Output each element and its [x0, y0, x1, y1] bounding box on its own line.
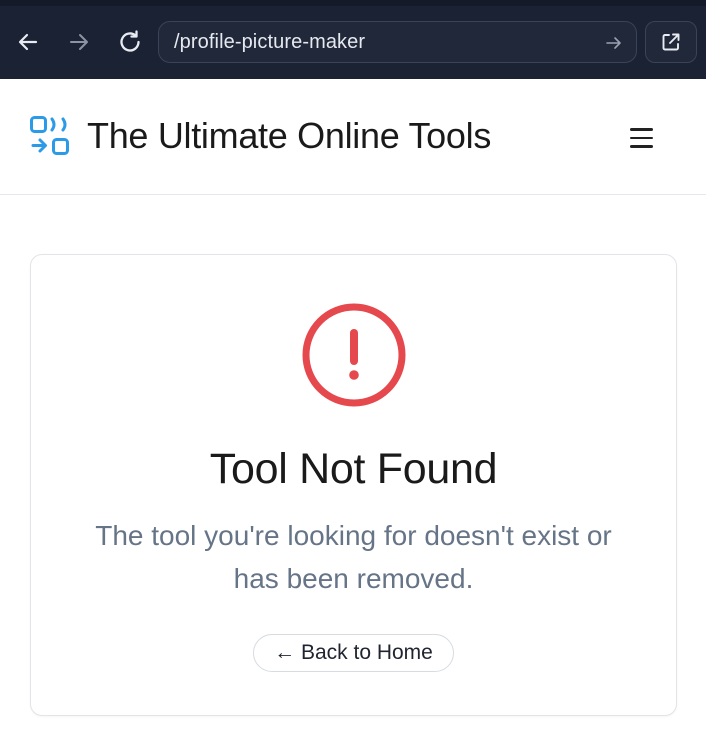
arrow-left-icon	[18, 33, 38, 51]
error-title: Tool Not Found	[209, 445, 498, 493]
reload-icon	[120, 30, 140, 52]
error-message: The tool you're looking for doesn't exis…	[95, 520, 612, 594]
browser-toolbar: /profile-picture-maker	[0, 0, 706, 79]
go-button[interactable]	[604, 33, 624, 53]
arrow-right-icon	[70, 34, 88, 50]
reload-button[interactable]	[115, 27, 145, 57]
open-external-button[interactable]	[645, 21, 697, 63]
tab-strip-edge	[0, 0, 706, 6]
back-to-home-button[interactable]: ← Back to Home	[253, 634, 454, 672]
external-link-icon	[662, 33, 680, 51]
swap-tools-logo-icon[interactable]	[30, 116, 70, 156]
site-header: The Ultimate Online Tools	[0, 79, 706, 195]
go-arrow-icon	[606, 37, 621, 49]
alert-circle-icon	[302, 303, 406, 407]
address-text[interactable]: /profile-picture-maker	[174, 31, 365, 54]
hamburger-menu-icon	[629, 128, 653, 131]
back-button[interactable]	[13, 27, 43, 57]
forward-button[interactable]	[64, 27, 94, 57]
error-card: Tool Not Found The tool you're looking f…	[30, 254, 677, 716]
address-bar[interactable]: /profile-picture-maker	[158, 21, 637, 63]
site-title[interactable]: The Ultimate Online Tools	[87, 115, 491, 157]
menu-button[interactable]	[626, 123, 656, 153]
